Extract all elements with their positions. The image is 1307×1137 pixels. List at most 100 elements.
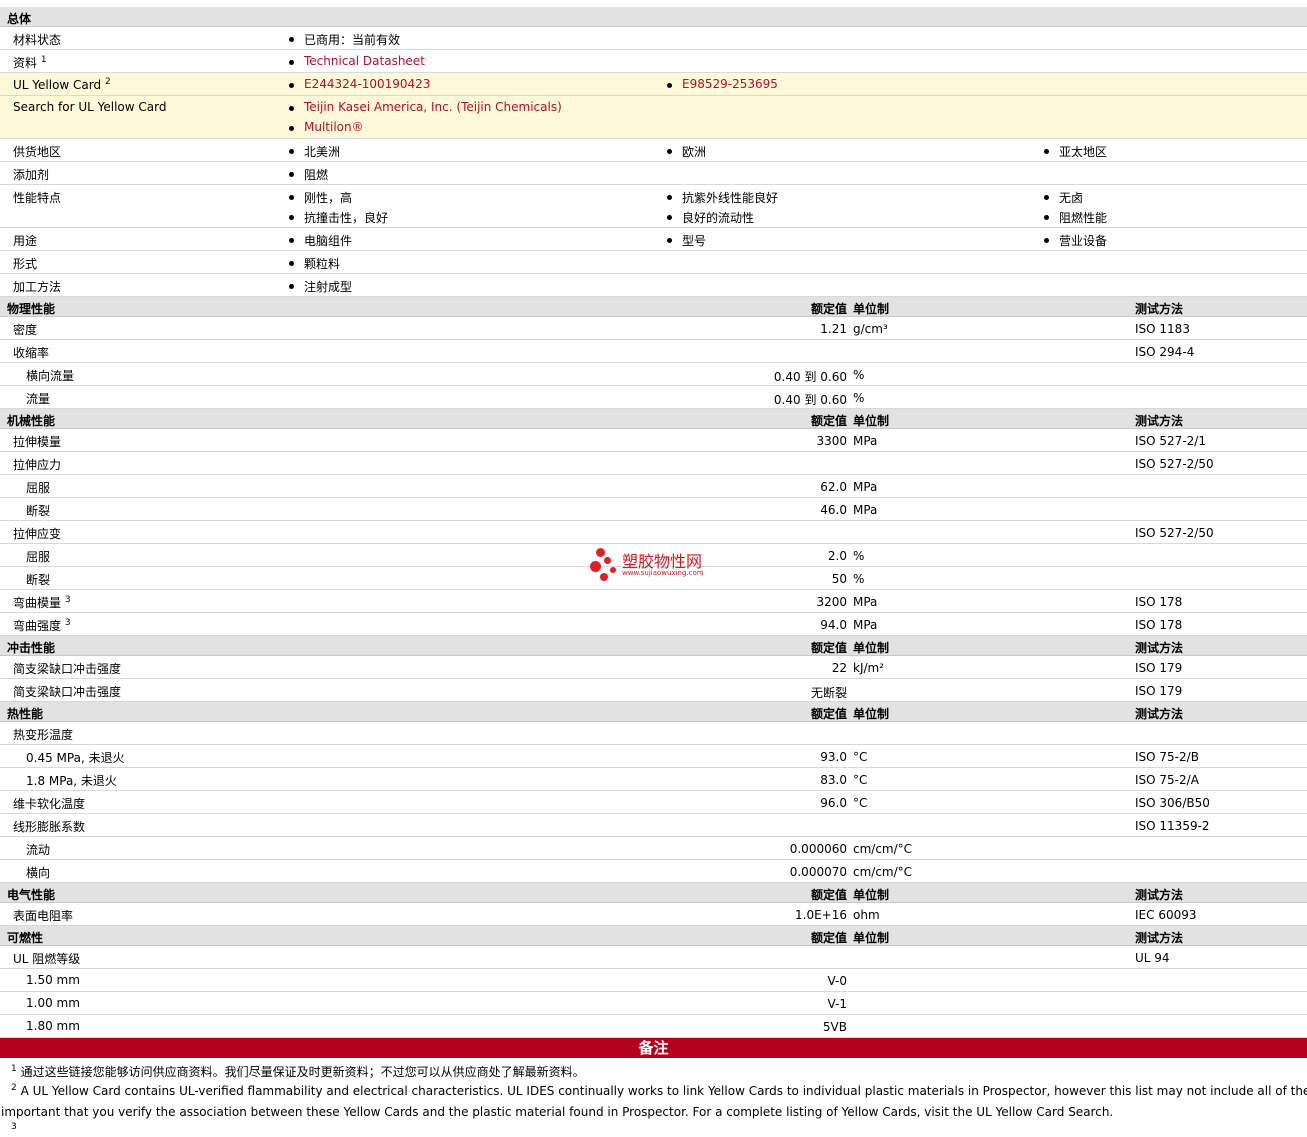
- header-value: 额定值: [810, 302, 847, 316]
- property-row: 横向 0.000070 cm/cm/°C: [0, 860, 1307, 883]
- property-value: 0.000070: [789, 865, 847, 879]
- logo-dot: [600, 573, 608, 581]
- property-row: 拉伸模量 3300 MPa ISO 527-2/1: [0, 429, 1307, 452]
- property-row: 简支梁缺口冲击强度 无断裂 ISO 179: [0, 679, 1307, 702]
- property-value: 1.21: [820, 322, 847, 336]
- test-method: ISO 75-2/B: [1135, 750, 1199, 764]
- property-unit: %: [853, 391, 865, 405]
- property-label: 屈服: [26, 550, 51, 564]
- property-unit: %: [853, 368, 865, 382]
- property-row: 1.8 MPa, 未退火 83.0 °C ISO 75-2/A: [0, 768, 1307, 791]
- property-row: 弯曲强度 3 94.0 MPa ISO 178: [0, 613, 1307, 636]
- row-process: 加工方法 注射成型: [0, 274, 1307, 297]
- row-label: 添加剂: [13, 168, 50, 182]
- property-unit: cm/cm/°C: [853, 842, 913, 856]
- property-label: 0.45 MPa, 未退火: [26, 751, 125, 765]
- test-method: ISO 178: [1135, 618, 1183, 632]
- row-label: Search for UL Yellow Card: [13, 100, 167, 114]
- property-unit: °C: [853, 750, 868, 764]
- header-value: 额定值: [810, 888, 847, 902]
- property-value: 96.0: [820, 796, 847, 810]
- row-form: 形式 颗粒料: [0, 251, 1307, 274]
- property-value: 83.0: [820, 773, 847, 787]
- ul-card-link-1[interactable]: E244324-100190423: [288, 77, 430, 91]
- ul-card-link-2[interactable]: E98529-253695: [667, 77, 778, 91]
- property-value: 5VB: [822, 1020, 847, 1034]
- property-label: UL 阻燃等级: [13, 952, 81, 966]
- footnote-2-line-1: 2 A UL Yellow Card contains UL-verified …: [11, 1083, 1307, 1098]
- property-value: 22: [831, 661, 847, 675]
- header-method: 测试方法: [1135, 641, 1184, 655]
- test-method: ISO 1183: [1135, 322, 1190, 336]
- property-row: 流动 0.000060 cm/cm/°C: [0, 837, 1307, 860]
- watermark-logo: 塑胶物性网 www.sujiaowuxing.com: [590, 546, 730, 586]
- property-row: 密度 1.21 g/cm³ ISO 1183: [0, 317, 1307, 340]
- ul-search-link-supplier[interactable]: Teijin Kasei America, Inc. (Teijin Chemi…: [289, 100, 562, 114]
- header-unit: 单位制: [853, 414, 890, 428]
- property-value: V-1: [827, 997, 847, 1011]
- footnote-2-line-2: important that you verify the associatio…: [1, 1105, 1114, 1119]
- bullet-value: 阻燃性能: [1043, 211, 1108, 225]
- watermark-url: www.sujiaowuxing.com: [622, 569, 704, 577]
- bullet-value: 抗紫外线性能良好: [666, 191, 779, 205]
- property-row: 横向流量 0.40 到 0.60%: [0, 363, 1307, 386]
- property-value: 46.0: [820, 503, 847, 517]
- property-label: 拉伸模量: [13, 435, 62, 449]
- row-label: 性能特点: [13, 191, 62, 205]
- header-value: 额定值: [810, 414, 847, 428]
- property-row: 维卡软化温度 96.0 °C ISO 306/B50: [0, 791, 1307, 814]
- section-header: 热性能 额定值 单位制 测试方法: [0, 702, 1307, 722]
- property-label: 维卡软化温度: [13, 797, 86, 811]
- property-unit: kJ/m²: [853, 661, 885, 675]
- technical-datasheet-link[interactable]: Technical Datasheet: [289, 54, 425, 68]
- bullet-value: 营业设备: [1043, 234, 1108, 248]
- ul-search-link-brand[interactable]: Multilon®: [289, 120, 364, 134]
- property-label: 流量: [26, 392, 51, 406]
- property-label: 简支梁缺口冲击强度: [13, 662, 122, 676]
- property-label: 收缩率: [13, 346, 50, 360]
- section-title: 机械性能: [7, 414, 56, 428]
- test-method: UL 94: [1135, 951, 1170, 965]
- property-value: 94.0: [820, 618, 847, 632]
- property-value: 0.40 到 0.60: [773, 370, 847, 384]
- test-method: IEC 60093: [1135, 908, 1197, 922]
- logo-dot: [590, 561, 601, 572]
- property-row: 简支梁缺口冲击强度 22 kJ/m² ISO 179: [0, 656, 1307, 679]
- section-title: 总体: [7, 12, 32, 26]
- property-value: V-0: [827, 974, 847, 988]
- bullet-value: 电脑组件: [288, 234, 353, 248]
- section-title: 热性能: [7, 707, 44, 721]
- property-unit: °C: [853, 773, 868, 787]
- row-supply-region: 供货地区 北美洲 欧洲 亚太地区: [0, 139, 1307, 162]
- test-method: ISO 11359-2: [1135, 819, 1210, 833]
- test-method: ISO 179: [1135, 661, 1183, 675]
- bullet-value: 阻燃: [288, 168, 329, 182]
- property-value: 0.000060: [789, 842, 847, 856]
- property-label: 流动: [26, 843, 51, 857]
- property-label: 表面电阻率: [13, 909, 74, 923]
- test-method: ISO 527-2/50: [1135, 526, 1214, 540]
- property-unit: MPa: [853, 503, 878, 517]
- property-row: 热变形温度: [0, 722, 1307, 745]
- property-value: 0.40 到 0.60: [773, 393, 847, 407]
- property-label: 屈服: [26, 481, 51, 495]
- property-row: 收缩率 ISO 294-4: [0, 340, 1307, 363]
- row-label: 材料状态: [13, 33, 62, 47]
- header-unit: 单位制: [853, 888, 890, 902]
- bullet-value: 北美洲: [288, 145, 341, 159]
- logo-dot: [596, 548, 605, 557]
- property-unit: cm/cm/°C: [853, 865, 913, 879]
- property-label: 1.00 mm: [26, 996, 80, 1010]
- row-label: 形式: [13, 257, 38, 271]
- footnote-3: 3: [11, 1122, 17, 1132]
- section-title: 可燃性: [7, 931, 44, 945]
- header-unit: 单位制: [853, 931, 890, 945]
- header-method: 测试方法: [1135, 707, 1184, 721]
- logo-dot: [610, 567, 616, 573]
- property-value: 93.0: [820, 750, 847, 764]
- row-label: 供货地区: [13, 145, 62, 159]
- datasheet: 总体 材料状态 已商用：当前有效 资料 1 Technical Datashee…: [0, 7, 1307, 1038]
- notes-header: 备注: [0, 1038, 1307, 1058]
- row-label: 用途: [13, 234, 38, 248]
- property-label: 断裂: [26, 504, 51, 518]
